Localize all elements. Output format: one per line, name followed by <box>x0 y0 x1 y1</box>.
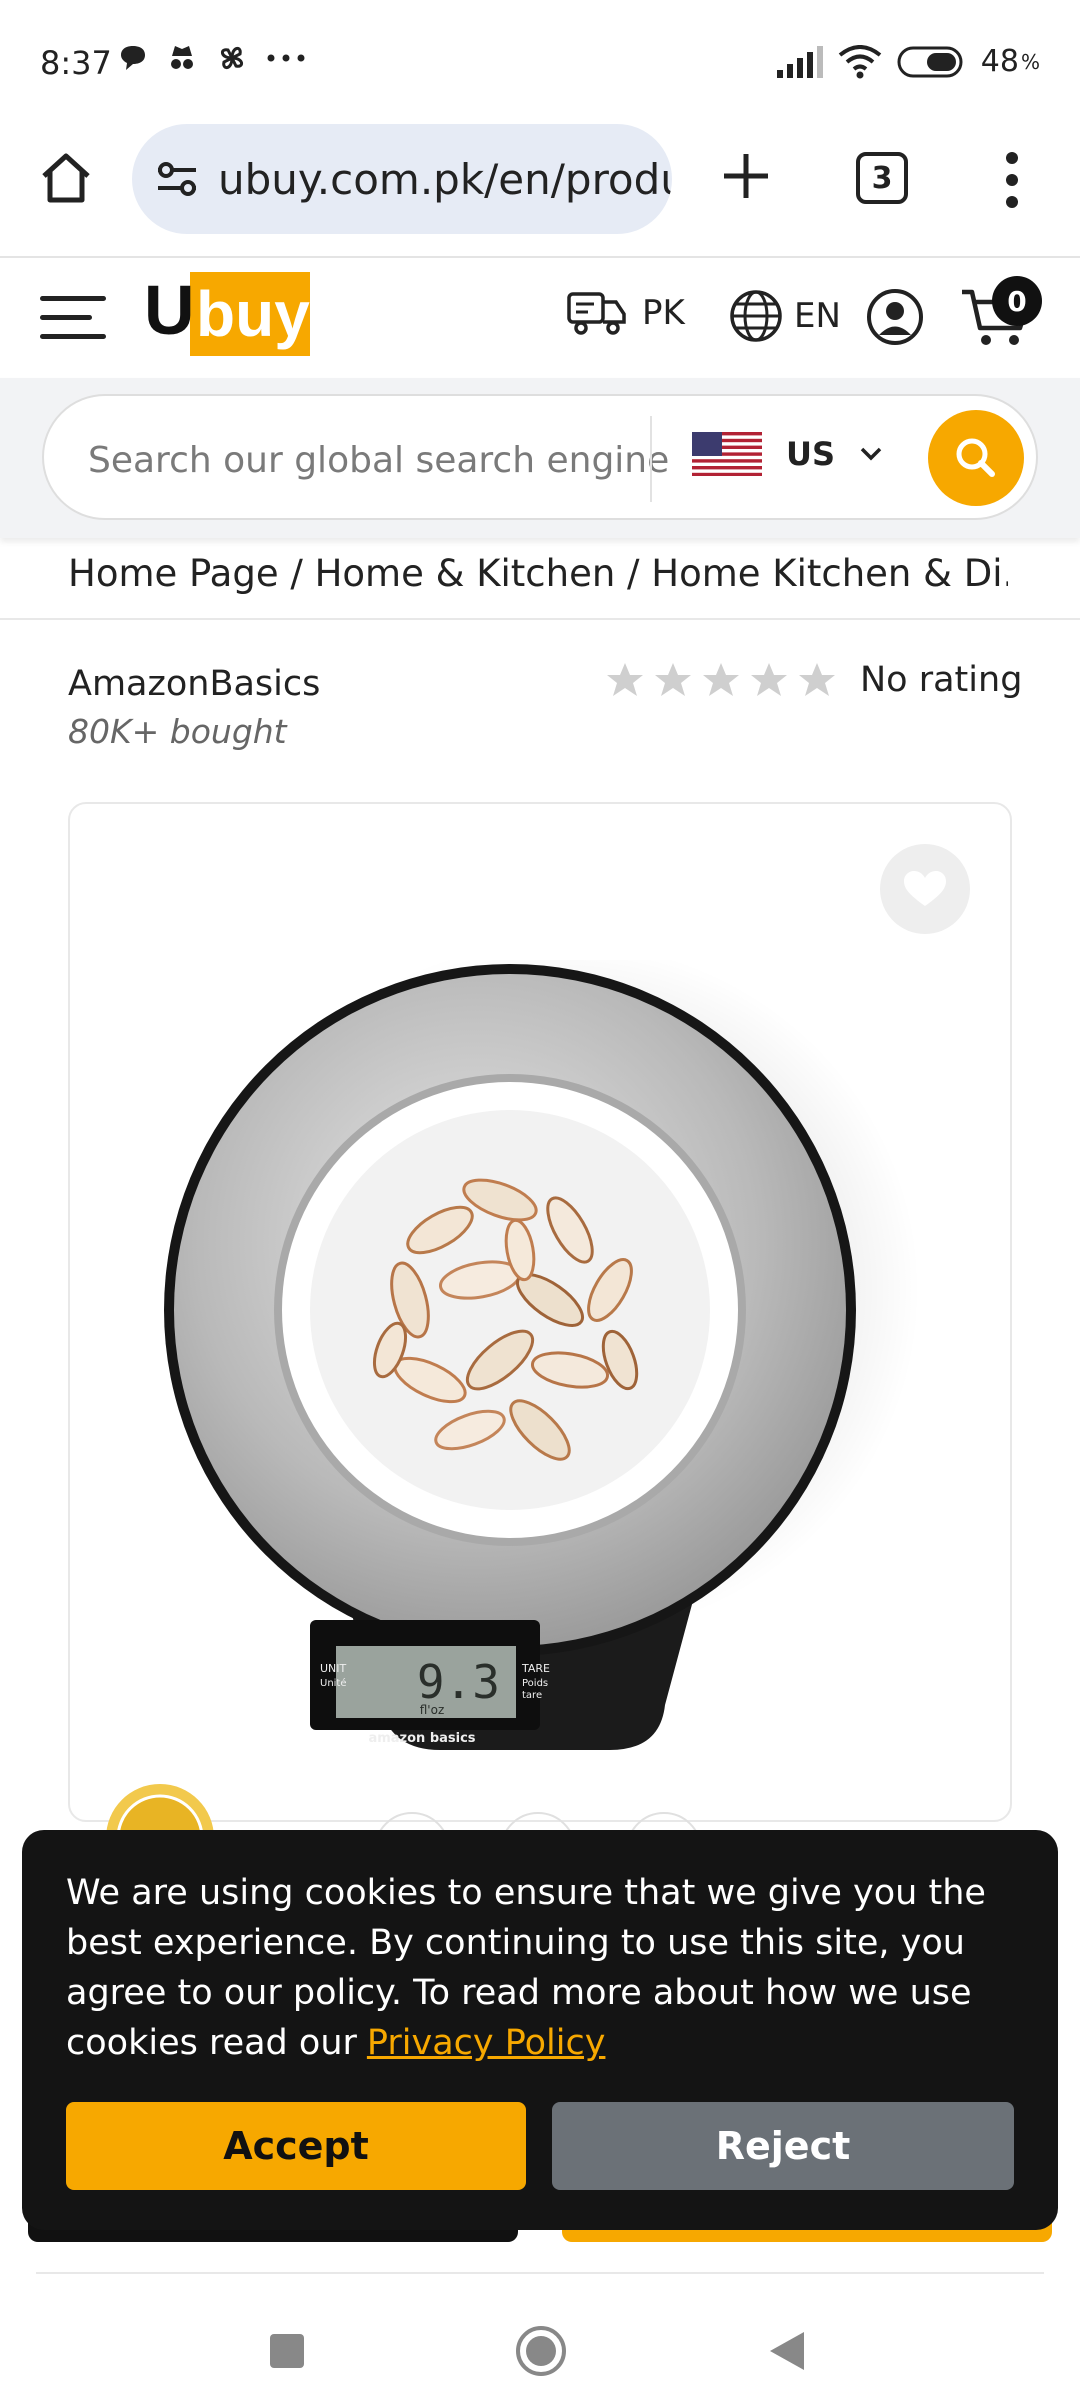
star-icon <box>799 663 835 696</box>
divider <box>36 2272 1044 2274</box>
star-icon <box>751 663 787 696</box>
heart-icon <box>904 871 946 906</box>
search-box: US <box>42 394 1038 520</box>
signal-icon <box>776 45 823 78</box>
incognito-icon <box>171 46 193 69</box>
more-dots-icon <box>267 54 305 62</box>
cart-count-badge: 0 <box>992 276 1042 326</box>
scale-tare-label-fr2: tare <box>522 1690 542 1701</box>
country-code: US <box>786 435 836 473</box>
site-header: U buy PK EN 0 <box>0 258 1080 378</box>
star-icon <box>655 663 691 696</box>
language-selector[interactable]: EN <box>728 288 841 344</box>
delivery-truck-icon <box>567 292 626 335</box>
privacy-policy-link[interactable]: Privacy Policy <box>367 2023 606 2063</box>
site-settings-icon[interactable] <box>154 159 200 199</box>
bought-count: 80K+ bought <box>68 712 287 751</box>
recents-icon[interactable] <box>270 2334 304 2368</box>
browser-toolbar: ubuy.com.pk/en/product 3 <box>0 120 1080 258</box>
country-selector[interactable]: US <box>692 432 883 476</box>
ship-to-country: PK <box>642 293 685 333</box>
wifi-icon <box>838 44 882 78</box>
search-input[interactable] <box>88 432 668 488</box>
search-icon <box>956 438 995 477</box>
chevron-down-icon <box>860 447 882 461</box>
breadcrumb[interactable]: Home Page / Home & Kitchen / Home Kitche… <box>68 552 1008 595</box>
product-image[interactable]: 9.3 fl'oz UNIT Unité TARE Poids tare ama… <box>160 960 920 1790</box>
scale-unit-label-fr: Unité <box>320 1677 347 1689</box>
pinwheel-icon <box>221 47 243 69</box>
home-circle-icon[interactable] <box>516 2326 566 2376</box>
home-icon[interactable] <box>36 148 96 208</box>
scale-unit-label: UNIT <box>320 1662 347 1675</box>
scale-tare-label: TARE <box>521 1662 550 1675</box>
rating: No rating <box>606 660 1022 700</box>
plus-icon[interactable] <box>718 148 774 204</box>
globe-icon <box>730 290 782 342</box>
rating-text: No rating <box>860 660 1023 700</box>
system-nav-bar <box>0 2276 1080 2400</box>
address-bar[interactable]: ubuy.com.pk/en/product <box>132 124 672 234</box>
battery-icon <box>897 46 963 77</box>
search-button[interactable] <box>928 410 1024 506</box>
battery-percent: 48 <box>980 44 1019 79</box>
svg-text:U: U <box>144 271 195 349</box>
scale-unit: fl'oz <box>420 1703 445 1717</box>
url-text[interactable]: ubuy.com.pk/en/product <box>218 155 672 204</box>
search-divider <box>650 416 652 502</box>
status-time: 8:37 <box>40 44 112 82</box>
star-icon <box>703 663 739 696</box>
status-notification-icons <box>118 42 306 74</box>
scale-brand: amazon basics <box>368 1731 475 1746</box>
ubuy-logo[interactable]: U buy <box>144 270 314 362</box>
svg-text:buy: buy <box>196 278 310 350</box>
accept-button[interactable]: Accept <box>66 2102 526 2190</box>
search-area: US <box>0 378 1080 538</box>
back-icon[interactable] <box>770 2332 804 2370</box>
us-flag-icon <box>692 432 762 476</box>
star-icon <box>607 663 643 696</box>
cookie-banner: We are using cookies to ensure that we g… <box>22 1830 1058 2230</box>
divider <box>0 618 1080 620</box>
scale-reading: 9.3 <box>417 1655 500 1709</box>
hamburger-menu-icon[interactable] <box>40 296 106 344</box>
tab-switcher-button[interactable]: 3 <box>856 152 908 204</box>
ship-to-selector[interactable]: PK <box>566 288 685 338</box>
account-icon[interactable] <box>866 288 924 346</box>
language-code: EN <box>794 296 841 336</box>
brand-name[interactable]: AmazonBasics <box>68 664 320 704</box>
status-bar: 8:37 48% <box>0 0 1080 120</box>
chat-bubble-icon <box>121 46 145 70</box>
status-system-icons: 48% <box>775 44 1040 79</box>
battery-percent-sign: % <box>1020 49 1040 74</box>
scale-tare-label-fr: Poids <box>522 1678 548 1689</box>
wishlist-button[interactable] <box>880 844 970 934</box>
cookie-message: We are using cookies to ensure that we g… <box>66 1868 1032 2068</box>
reject-button[interactable]: Reject <box>552 2102 1014 2190</box>
more-vert-icon[interactable] <box>1000 150 1024 210</box>
